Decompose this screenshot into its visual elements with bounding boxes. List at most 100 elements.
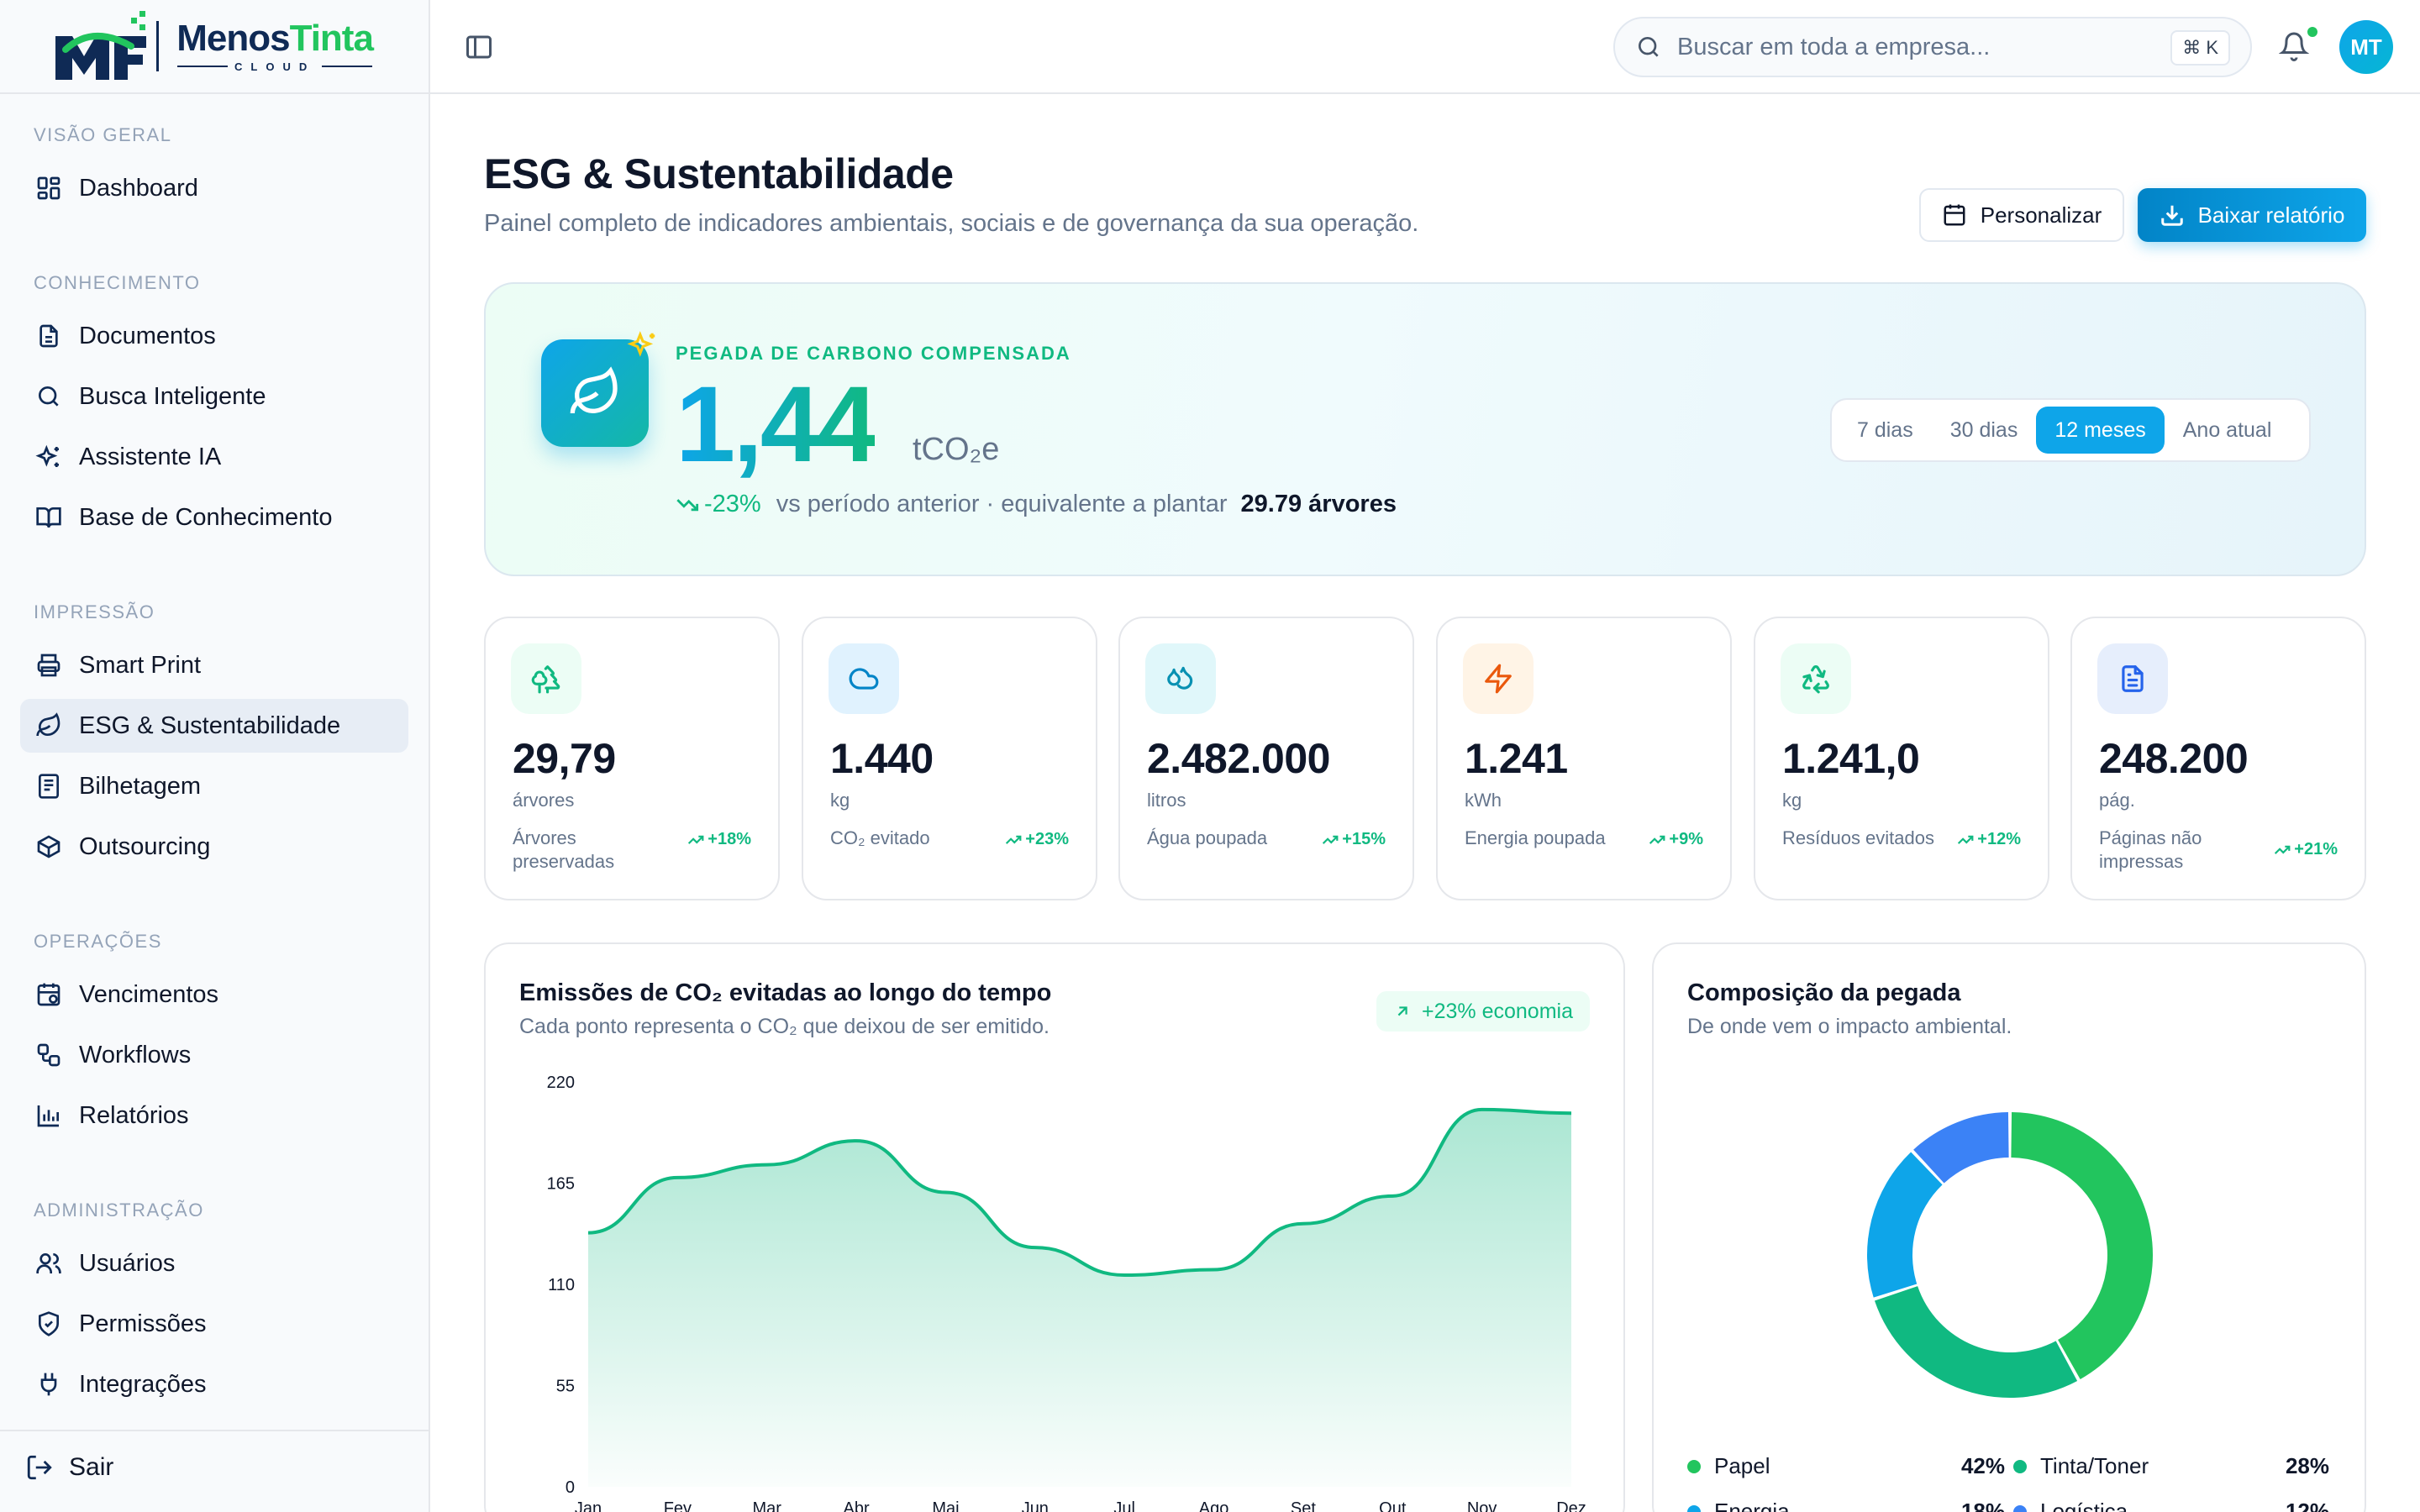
search-shortcut: ⌘ K (2170, 30, 2230, 66)
nav-section-administracao: ADMINISTRAÇÃO (34, 1200, 204, 1221)
sidebar-item-label: Relatórios (79, 1101, 189, 1129)
legend-label: Energia (1714, 1499, 1790, 1512)
printer-icon (37, 654, 60, 677)
stat-icon-badge (2097, 643, 2168, 714)
sidebar-item-integracoes[interactable]: Integrações (20, 1357, 408, 1411)
stat-label: Árvores preservadas (513, 827, 615, 872)
stat-unit: kg (1782, 790, 1802, 811)
legend-item: Logística (2013, 1499, 2128, 1512)
sidebar-item-outsourcing[interactable]: Outsourcing (20, 820, 408, 874)
stat-card-energy[interactable]: 1.241 kWh Energia poupada +9% (1436, 617, 1732, 900)
stat-label: Energia poupada (1465, 827, 1606, 848)
x-tick-label: Ago (1199, 1499, 1229, 1512)
legend-swatch (2013, 1504, 2027, 1512)
x-tick-label: Mar (753, 1499, 782, 1512)
logout-button[interactable]: Sair (25, 1453, 113, 1482)
stat-label: Resíduos evitados (1782, 827, 1934, 848)
sidebar-toggle-icon[interactable] (464, 32, 494, 62)
sidebar-item-assistente-ia[interactable]: Assistente IA (20, 430, 408, 484)
stat-icon-badge (1463, 643, 1534, 714)
donut-slice-tinta-toner[interactable] (1874, 1286, 2078, 1398)
download-report-button[interactable]: Baixar relatório (2138, 188, 2366, 242)
sidebar-item-base-de-conhecimento[interactable]: Base de Conhecimento (20, 491, 408, 544)
page-title: ESG & Sustentabilidade (484, 150, 954, 197)
search-icon (1639, 37, 1659, 57)
sidebar-item-esg[interactable]: ESG & Sustentabilidade (20, 699, 408, 753)
trending-up-icon (1323, 835, 1339, 844)
stat-value: 1.440 (830, 735, 934, 782)
stat-card-pages[interactable]: 248.200 pág. Páginas não impressas +21% (2070, 617, 2366, 900)
x-tick-label: Jun (1022, 1499, 1049, 1512)
legend-percent: 12% (2285, 1499, 2329, 1512)
legend-item: Tinta/Toner (2013, 1453, 2149, 1479)
users-icon (36, 1253, 61, 1273)
sidebar-item-dashboard[interactable]: Dashboard (20, 161, 408, 215)
sidebar-item-smart-print[interactable]: Smart Print (20, 638, 408, 692)
customize-label: Personalizar (1980, 202, 2102, 228)
stat-unit: pág. (2099, 790, 2135, 811)
stat-value: 1.241 (1465, 735, 1568, 782)
sidebar-item-bilhetagem[interactable]: Bilhetagem (20, 759, 408, 813)
avatar[interactable]: MT (2339, 20, 2393, 74)
nav-section-impressao: IMPRESSÃO (34, 601, 155, 622)
sidebar-item-documentos[interactable]: Documentos (20, 309, 408, 363)
stat-change: +9% (1649, 830, 1703, 849)
stat-card-water[interactable]: 2.482.000 litros Água poupada +15% (1118, 617, 1414, 900)
y-tick-label: 165 (547, 1175, 575, 1194)
sidebar-item-label: Bilhetagem (79, 772, 202, 800)
stat-change-value: +18% (708, 830, 751, 848)
logo-mark-icon (55, 11, 146, 80)
sidebar-item-permissoes[interactable]: Permissões (20, 1297, 408, 1351)
stat-card-co2[interactable]: 1.440 kg CO₂ evitado +23% (802, 617, 1097, 900)
stat-unit: kWh (1465, 790, 1502, 811)
search-icon (39, 386, 59, 407)
brand-sub: CLOUD (171, 60, 379, 73)
logout-label: Sair (69, 1453, 114, 1481)
range-ano-atual[interactable]: Ano atual (2165, 407, 2291, 454)
page-subtitle: Painel completo de indicadores ambientai… (484, 210, 1419, 237)
bell-icon[interactable] (2279, 30, 2309, 62)
customize-button[interactable]: Personalizar (1919, 188, 2124, 242)
download-icon (2160, 205, 2183, 226)
stat-icon-badge (1781, 643, 1851, 714)
donut-slice-energia[interactable] (1867, 1152, 1943, 1298)
sidebar-item-vencimentos[interactable]: Vencimentos (20, 968, 408, 1021)
global-search[interactable]: ⌘ K (1613, 17, 2252, 77)
sidebar-item-label: Integrações (79, 1370, 207, 1398)
sidebar-item-usuarios[interactable]: Usuários (20, 1236, 408, 1290)
stat-card-trees[interactable]: 29,79 árvores Árvores preservadas +18% (484, 617, 780, 900)
hero-value: 1,44 (676, 365, 877, 485)
hero-trees: 29.79 árvores (1240, 491, 1397, 517)
x-tick-label: Out (1379, 1499, 1407, 1512)
legend-swatch (1687, 1459, 1701, 1473)
x-tick-label: Dez (1556, 1499, 1586, 1512)
brand-logo[interactable]: MenosTinta CLOUD (0, 0, 429, 94)
x-tick-label: Set (1291, 1499, 1316, 1512)
stat-icon-badge (1145, 643, 1216, 714)
y-tick-label: 0 (566, 1478, 575, 1497)
trending-up-icon (1006, 835, 1022, 844)
y-tick-label: 220 (547, 1074, 575, 1092)
nav-section-conhecimento: CONHECIMENTO (34, 272, 201, 293)
search-input[interactable] (1677, 33, 2148, 61)
legend-label: Tinta/Toner (2040, 1453, 2149, 1478)
file-icon (39, 324, 58, 348)
sidebar-item-relatorios[interactable]: Relatórios (20, 1089, 408, 1142)
sidebar-item-busca-inteligente[interactable]: Busca Inteligente (20, 370, 408, 423)
range-12-meses[interactable]: 12 meses (2036, 407, 2165, 454)
package-icon (37, 835, 60, 858)
range-7-dias[interactable]: 7 dias (1839, 407, 1932, 454)
sidebar-item-workflows[interactable]: Workflows (20, 1028, 408, 1082)
stat-value: 248.200 (2099, 735, 2249, 782)
sidebar-item-label: Busca Inteligente (79, 382, 266, 410)
legend-item: Energia (1687, 1499, 1790, 1512)
range-30-dias[interactable]: 30 dias (1932, 407, 2037, 454)
stat-unit: árvores (513, 790, 575, 811)
nav-section-visao-geral: VISÃO GERAL (34, 124, 172, 145)
stat-icon-badge (511, 643, 581, 714)
donut-slice-papel[interactable] (2011, 1112, 2153, 1379)
composition-card: Composição da pegada De onde vem o impac… (1652, 942, 2366, 1512)
sidebar-item-label: Vencimentos (79, 980, 219, 1008)
stat-card-waste[interactable]: 1.241,0 kg Resíduos evitados +12% (1754, 617, 2049, 900)
book-open-icon (36, 507, 61, 528)
